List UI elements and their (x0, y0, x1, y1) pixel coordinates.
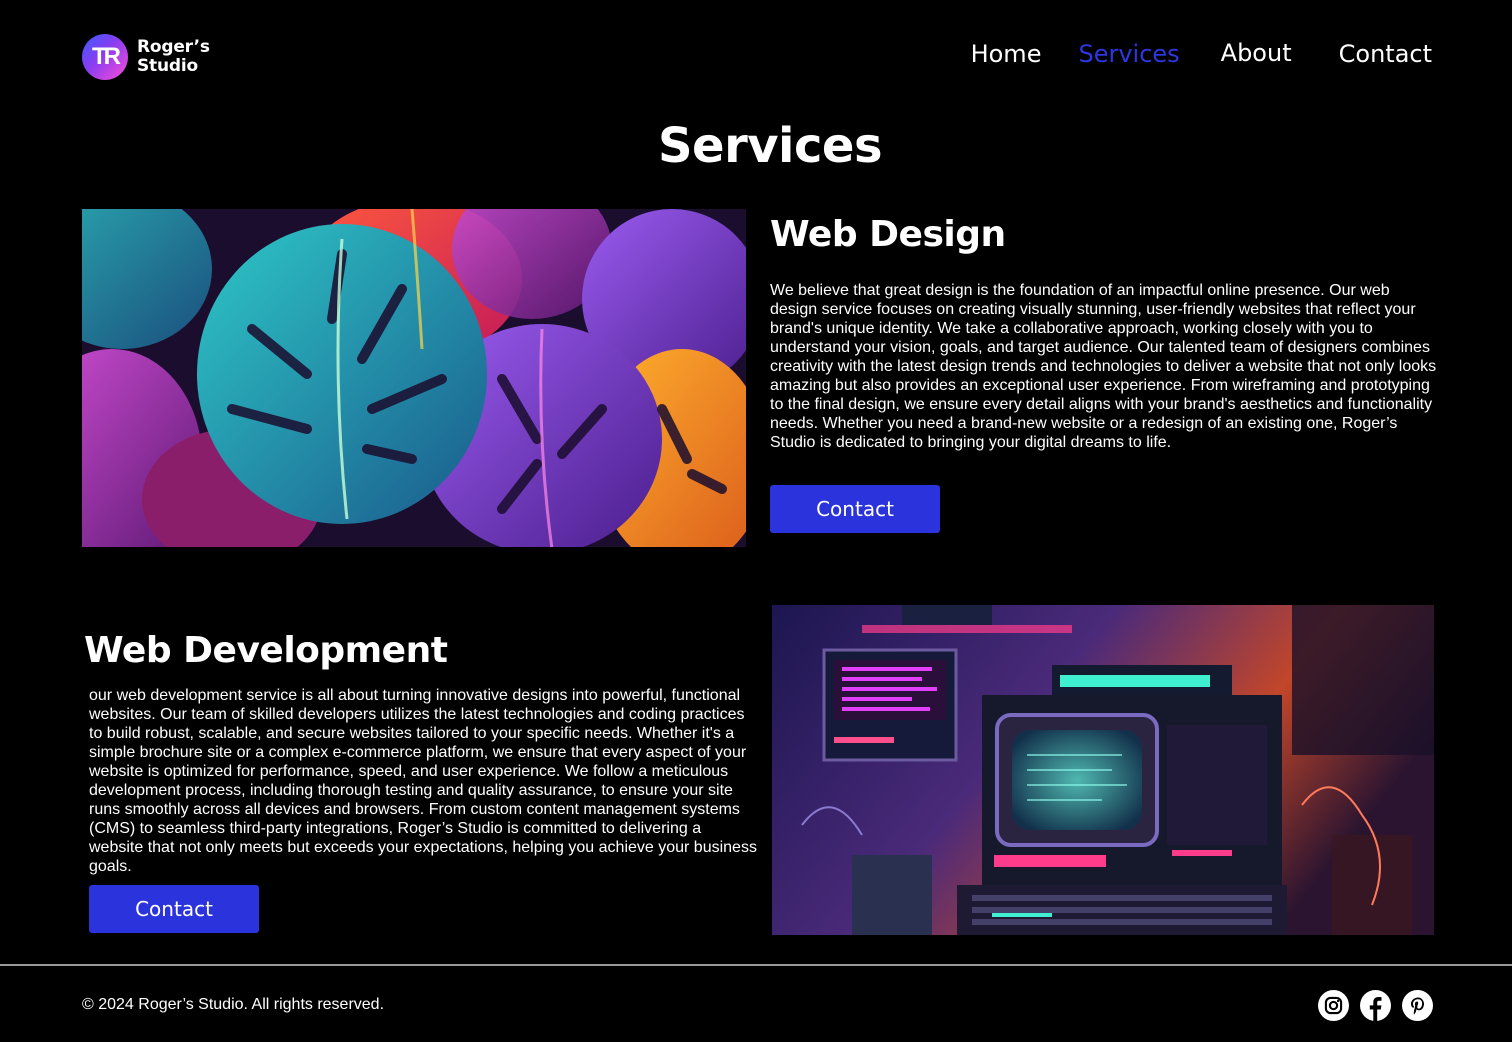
colorful-monstera-leaves-image (82, 209, 746, 547)
instagram-icon[interactable] (1318, 990, 1349, 1021)
pinterest-icon[interactable] (1402, 990, 1433, 1021)
web-design-contact-button[interactable]: Contact (770, 485, 940, 533)
copyright-text: © 2024 Roger’s Studio. All rights reserv… (82, 996, 385, 1013)
section-body-web-development: our web development service is all about… (89, 687, 757, 875)
section-title-web-development: Web Development (84, 630, 448, 671)
nav-about[interactable]: About (1221, 39, 1292, 67)
brand-name-line2: Studio (137, 56, 198, 76)
brand-name: Roger’s Studio (137, 38, 210, 76)
nav-contact[interactable]: Contact (1339, 40, 1432, 68)
services-page: TR Roger’s Studio Home Services About Co… (0, 0, 1512, 1042)
facebook-icon[interactable] (1360, 990, 1391, 1021)
brand-name-line1: Roger’s (137, 37, 210, 57)
section-body-web-design: We believe that great design is the foun… (770, 282, 1437, 451)
social-links (1318, 990, 1433, 1021)
section-title-web-design: Web Design (770, 214, 1006, 255)
logo-icon: TR (82, 34, 128, 80)
nav-home[interactable]: Home (971, 40, 1042, 68)
brand-logo[interactable]: TR Roger’s Studio (82, 34, 210, 80)
web-development-contact-button[interactable]: Contact (89, 885, 259, 933)
logo-glyph: TR (92, 43, 121, 70)
main-nav: Home Services About Contact (971, 39, 1432, 68)
footer-divider (0, 964, 1512, 966)
page-title: Services (657, 118, 883, 174)
retro-neon-computer-image (772, 605, 1434, 935)
nav-services[interactable]: Services (1078, 40, 1179, 68)
